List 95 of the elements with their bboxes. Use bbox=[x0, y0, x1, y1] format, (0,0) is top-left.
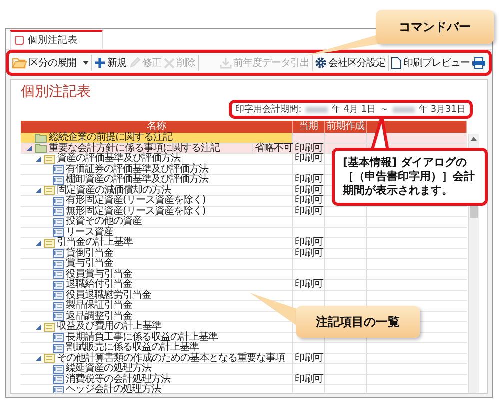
period-separator: ～ bbox=[380, 104, 389, 116]
cross-icon bbox=[164, 58, 174, 68]
toolbar-button[interactable]: 新規 bbox=[92, 55, 128, 71]
tab[interactable]: 個別注記表 bbox=[10, 30, 103, 49]
tree-row[interactable]: その他計算書類の作成のための基本となる重要な事項 印刷可 bbox=[21, 354, 467, 364]
item-name: リース資産 bbox=[66, 228, 114, 238]
list-icon bbox=[53, 364, 64, 374]
tree-row[interactable]: 消費税等の会計処理方法 印刷可 bbox=[21, 374, 467, 385]
item-name: 退職給付引当金 bbox=[66, 280, 132, 290]
pencil-icon bbox=[128, 57, 140, 69]
note-icon bbox=[44, 186, 55, 195]
item-name: 棚卸資産の評価基準及び評価方法 bbox=[66, 175, 208, 185]
table-cell: 印刷可 bbox=[295, 175, 324, 185]
tree-row[interactable]: 総続企業の前提に関する注記 bbox=[21, 133, 467, 144]
list-icon bbox=[53, 176, 64, 184]
item-name: 割賦販売に係る収益の計上基準 bbox=[66, 343, 199, 353]
note-icon bbox=[44, 354, 55, 363]
item-name: 引当金の計上基準 bbox=[57, 238, 133, 248]
table-cell: 印刷可 bbox=[295, 186, 324, 196]
list-icon bbox=[53, 165, 64, 174]
table-cell: 印刷可 bbox=[295, 280, 324, 290]
item-name: 役員退職慰労引当金 bbox=[66, 290, 152, 300]
tree-row[interactable]: 割賦販売に係る収益の計上基準 bbox=[21, 343, 467, 354]
period-end: 年 3月31日 bbox=[418, 104, 466, 116]
list-icon bbox=[53, 270, 64, 279]
tree-row[interactable]: 賞与引当金 bbox=[21, 259, 467, 270]
period-start: 年 4月 1日 bbox=[332, 104, 376, 116]
table-cell: 印刷可 bbox=[295, 206, 324, 216]
list-icon bbox=[53, 375, 64, 384]
callout-tooltip: [基本情報] ダイアログの［（申告書印字用）］会計期間が表示されます。 bbox=[332, 148, 488, 206]
item-name: 役員賞与引当金 bbox=[66, 270, 132, 280]
gear-icon bbox=[314, 57, 326, 69]
list-icon bbox=[53, 228, 64, 237]
callout-tooltip: コマンドバー bbox=[376, 10, 494, 44]
table-cell: 印刷可 bbox=[295, 354, 324, 364]
item-name: 有形固定資産(リース資産を除く) bbox=[66, 196, 206, 206]
item-name: 無形固定資産(リース資産を除く) bbox=[66, 206, 206, 216]
list-icon bbox=[53, 291, 64, 300]
plus-icon bbox=[94, 57, 106, 69]
note-icon bbox=[44, 154, 55, 164]
item-name: 消費税等の会計処理方法 bbox=[66, 374, 170, 384]
list-icon bbox=[53, 386, 64, 393]
list-icon bbox=[53, 344, 64, 352]
download-icon bbox=[220, 57, 232, 69]
table-cell: 印刷可 bbox=[295, 374, 324, 384]
print-button[interactable] bbox=[471, 55, 487, 71]
page-title: 個別注記表 bbox=[21, 84, 92, 100]
table-cell: 印刷可 bbox=[295, 154, 324, 164]
tree-row[interactable]: リース資産 bbox=[21, 228, 467, 238]
table-cell: 印刷可 bbox=[295, 144, 324, 154]
blurred-year bbox=[306, 106, 328, 112]
item-name: 総続企業の前提に関する注記 bbox=[49, 133, 172, 143]
tree-row[interactable]: 役員退職慰労引当金 bbox=[21, 290, 467, 301]
item-name: 投資その他の資産 bbox=[66, 217, 142, 227]
item-name: 有価証券の評価基準及び評価方法 bbox=[66, 164, 208, 174]
tree-row[interactable]: 投資その他の資産 bbox=[21, 217, 467, 228]
note-icon bbox=[44, 238, 55, 248]
item-name: 返品調整引当金 bbox=[66, 312, 132, 322]
item-name: 賞与引当金 bbox=[66, 259, 114, 269]
printer-icon bbox=[472, 57, 486, 69]
list-icon bbox=[53, 218, 64, 226]
item-name: 貸倒引当金 bbox=[66, 248, 114, 258]
tree-row[interactable]: 繰延資産の処理方法 bbox=[21, 364, 467, 374]
list-icon bbox=[53, 207, 64, 216]
list-icon bbox=[53, 302, 64, 310]
tree-row[interactable]: 退職給付引当金 印刷可 bbox=[21, 280, 467, 290]
item-name: その他計算書類の作成のための基本となる重要な事項 bbox=[57, 354, 285, 364]
list-icon bbox=[53, 312, 64, 321]
tree-row[interactable]: 役員賞与引当金 bbox=[21, 270, 467, 280]
folder-icon bbox=[12, 57, 27, 69]
period-label: 印字用会計期間: bbox=[236, 104, 302, 116]
list-icon bbox=[53, 249, 64, 258]
note-icon bbox=[44, 322, 55, 332]
item-name: 重要な会計方針に係る事項に関する注記 bbox=[49, 144, 220, 154]
item-name: 製品保証引当金 bbox=[66, 301, 132, 311]
table-cell: 省略不可 bbox=[255, 144, 293, 154]
tree-row[interactable]: 貸倒引当金 印刷可 bbox=[21, 248, 467, 259]
item-name: 資産の評価基準及び評価方法 bbox=[57, 154, 180, 164]
callout-tooltip: 注記項目の一覧 bbox=[296, 306, 420, 338]
list-icon bbox=[53, 260, 64, 268]
item-name: 長期請負工事に係る収益の計上基準 bbox=[66, 332, 218, 342]
table-cell: 印刷可 bbox=[295, 248, 324, 258]
toolbar-button[interactable]: 印刷プレビュー bbox=[390, 55, 471, 71]
tree-row[interactable]: 引当金の計上基準 印刷可 bbox=[21, 238, 467, 248]
item-name: 収益及び費用の計上基準 bbox=[57, 322, 162, 332]
table-cell: 印刷可 bbox=[295, 238, 324, 248]
page-icon bbox=[390, 56, 402, 70]
item-name: 固定資産の減価償却の方法 bbox=[57, 186, 171, 196]
item-name: 繰延資産の処理方法 bbox=[66, 364, 152, 374]
list-icon bbox=[53, 333, 64, 342]
toolbar-button[interactable]: 会社区分設定 bbox=[314, 55, 386, 71]
list-icon bbox=[53, 196, 64, 206]
table-cell: 印刷可 bbox=[295, 196, 324, 206]
list-icon bbox=[53, 280, 64, 290]
blurred-year bbox=[392, 106, 415, 112]
